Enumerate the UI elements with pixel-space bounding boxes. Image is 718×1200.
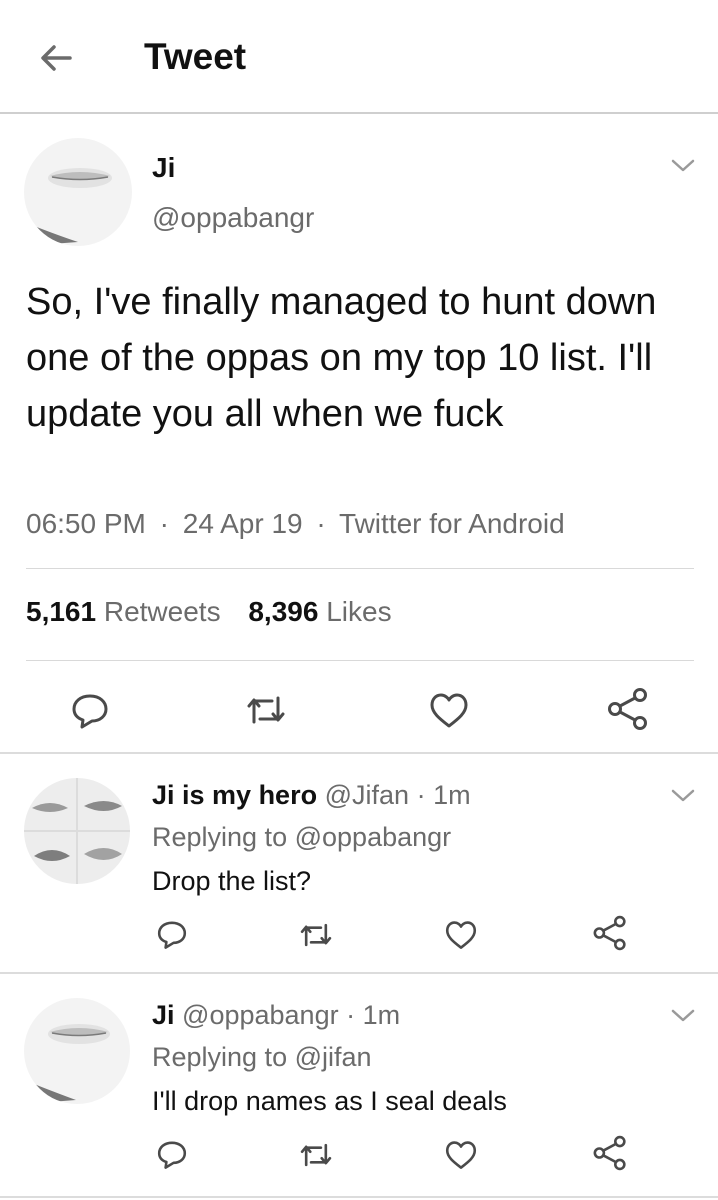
heart-icon[interactable]: [444, 1140, 478, 1171]
reply-author-name[interactable]: Ji is my hero: [152, 780, 317, 810]
share-icon[interactable]: [592, 1134, 628, 1172]
meta-separator: ·: [316, 508, 326, 539]
replying-handle[interactable]: @oppabangr: [295, 822, 452, 852]
reply-author-name[interactable]: Ji: [152, 1000, 175, 1030]
heart-icon[interactable]: [444, 920, 478, 951]
retweet-count: 5,161: [26, 596, 97, 627]
reply-text: Drop the list?: [152, 866, 312, 896]
replying-to: Replying to @jifan: [152, 1042, 372, 1073]
retweet-stat[interactable]: 5,161 Retweets: [26, 596, 228, 627]
tweet-date: 24 Apr 19: [182, 508, 303, 539]
share-icon[interactable]: [592, 914, 628, 952]
divider: [26, 568, 694, 569]
meta-separator: ·: [346, 1000, 356, 1030]
tweet-stats: 5,161 Retweets 8,396 Likes: [26, 596, 392, 628]
chevron-down-icon[interactable]: [670, 158, 696, 174]
retweet-icon[interactable]: [298, 920, 334, 950]
reply-time: 1m: [433, 780, 471, 810]
likes-label: Likes: [326, 596, 392, 627]
avatar[interactable]: [24, 778, 130, 884]
author-name[interactable]: Ji: [152, 152, 175, 184]
chevron-down-icon[interactable]: [670, 788, 696, 804]
reply-header: Ji @oppabangr · 1m: [152, 1000, 400, 1031]
reply-icon[interactable]: [70, 690, 110, 730]
reply-tweet[interactable]: Ji @oppabangr · 1m Replying to @jifan I'…: [0, 974, 718, 1198]
tweet-meta: 06:50 PM · 24 Apr 19 · Twitter for Andro…: [26, 508, 565, 540]
meta-separator: ·: [416, 780, 426, 810]
reply-author-handle[interactable]: @oppabangr: [182, 1000, 339, 1030]
share-icon[interactable]: [606, 686, 650, 732]
meta-separator: ·: [159, 508, 169, 539]
reply-author-handle[interactable]: @Jifan: [325, 780, 409, 810]
likes-stat[interactable]: 8,396 Likes: [248, 596, 391, 627]
likes-count: 8,396: [248, 596, 319, 627]
reply-icon[interactable]: [156, 918, 188, 950]
avatar[interactable]: [24, 998, 130, 1104]
replying-label: Replying to: [152, 1042, 288, 1072]
replying-label: Replying to: [152, 822, 288, 852]
chevron-down-icon[interactable]: [670, 1008, 696, 1024]
replying-handle[interactable]: @jifan: [295, 1042, 372, 1072]
divider: [26, 660, 694, 661]
section-divider: [0, 1196, 718, 1198]
retweet-icon[interactable]: [298, 1140, 334, 1170]
retweet-icon[interactable]: [244, 692, 288, 728]
tweet-text: So, I've finally managed to hunt down on…: [26, 281, 657, 435]
tweet-source[interactable]: Twitter for Android: [339, 508, 565, 539]
reply-header: Ji is my hero @Jifan · 1m: [152, 780, 471, 811]
replying-to: Replying to @oppabangr: [152, 822, 451, 853]
page-title: Tweet: [144, 36, 247, 77]
reply-text: I'll drop names as I seal deals: [152, 1086, 507, 1116]
reply-icon[interactable]: [156, 1138, 188, 1170]
author-handle[interactable]: @oppabangr: [152, 202, 314, 234]
avatar[interactable]: [24, 138, 132, 246]
top-bar: Tweet: [0, 0, 718, 114]
back-arrow-icon[interactable]: [36, 38, 76, 78]
reply-tweet[interactable]: Ji is my hero @Jifan · 1m Replying to @o…: [0, 754, 718, 972]
tweet-time: 06:50 PM: [26, 508, 146, 539]
heart-icon[interactable]: [428, 692, 470, 730]
reply-time: 1m: [362, 1000, 401, 1030]
retweet-label: Retweets: [103, 596, 221, 627]
